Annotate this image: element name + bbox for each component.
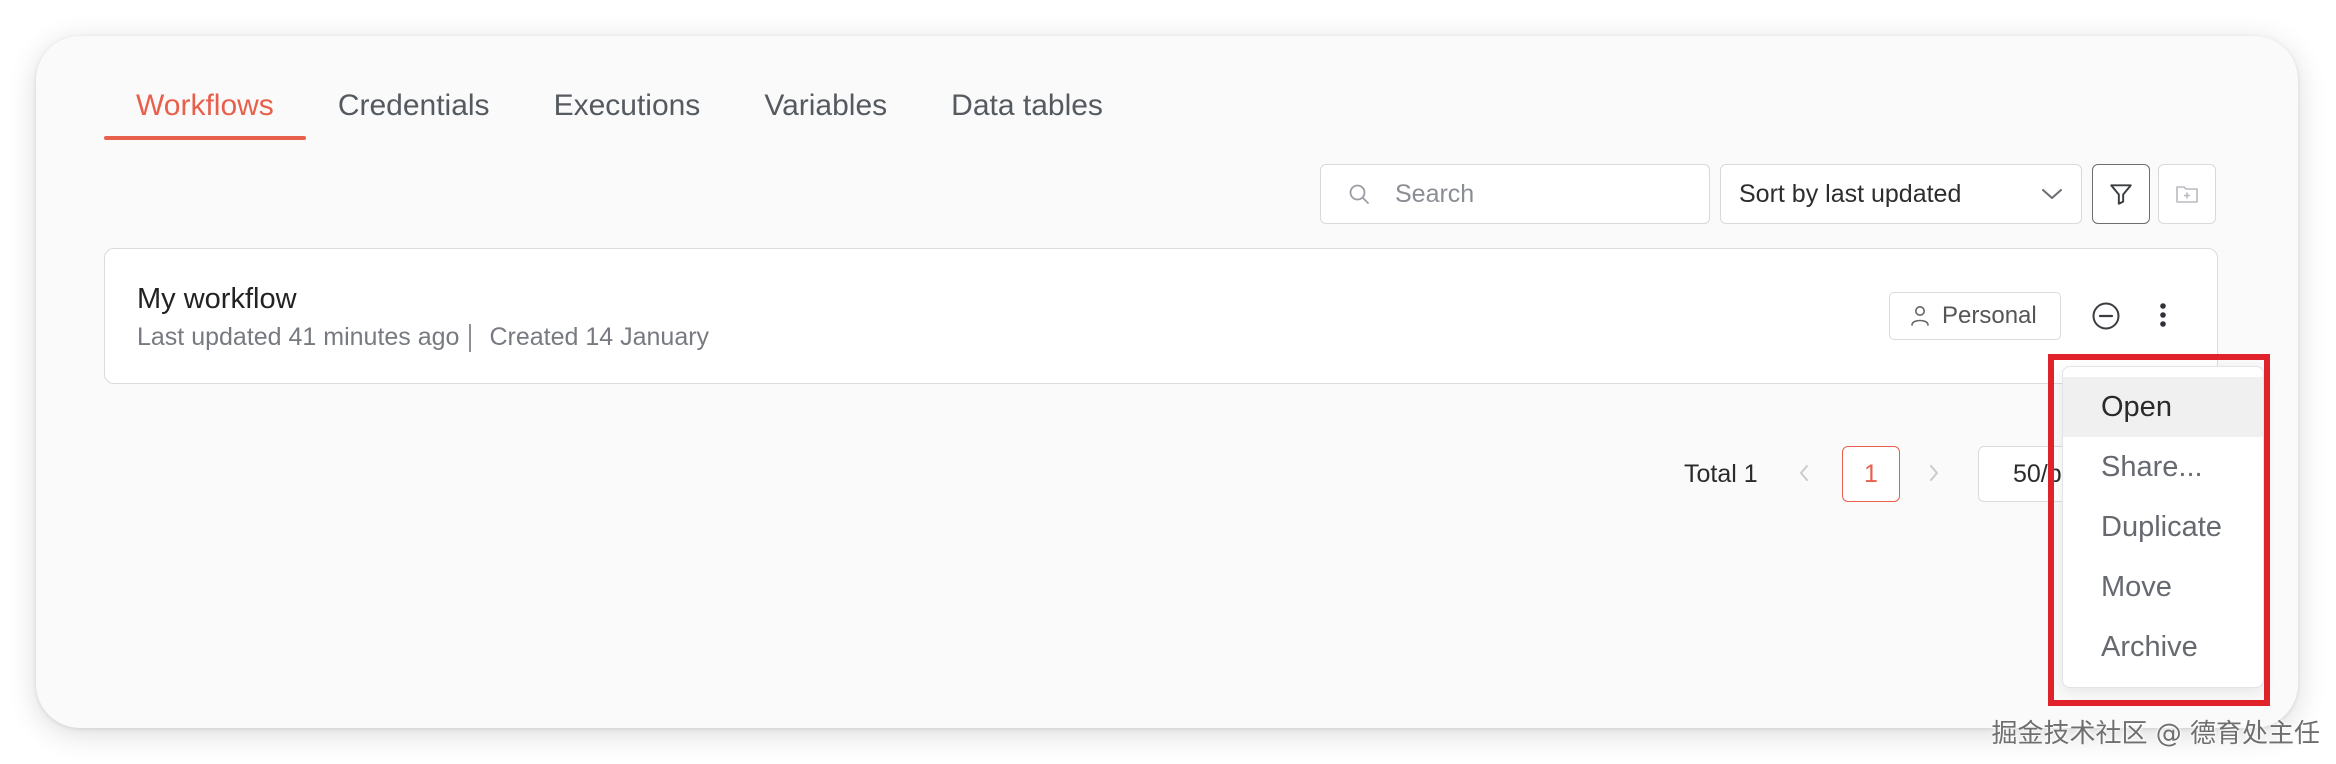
more-actions-button[interactable]	[2151, 299, 2175, 331]
menu-item-duplicate[interactable]: Duplicate	[2063, 497, 2263, 557]
inactive-status-icon[interactable]	[2091, 301, 2121, 331]
workflow-last-updated: Last updated 41 minutes ago	[137, 323, 460, 351]
filter-icon	[2110, 184, 2132, 205]
tab-workflows[interactable]: Workflows	[104, 86, 306, 140]
pagination-page-current[interactable]: 1	[1842, 446, 1900, 502]
sort-selected-label: Sort by last updated	[1739, 179, 1962, 208]
create-folder-button[interactable]	[2158, 164, 2216, 224]
filter-button[interactable]	[2092, 164, 2150, 224]
owner-badge-label: Personal	[1942, 302, 2037, 329]
tab-executions[interactable]: Executions	[522, 86, 733, 140]
workflow-card[interactable]: My workflow Last updated 41 minutes ago …	[104, 248, 2218, 384]
workflow-actions-menu: Open Share... Duplicate Move Archive	[2062, 366, 2264, 688]
folder-plus-icon	[2176, 186, 2198, 203]
menu-item-share[interactable]: Share...	[2063, 437, 2263, 497]
meta-divider	[469, 323, 472, 352]
tab-bar: Workflows Credentials Executions Variabl…	[104, 86, 1135, 140]
chevron-right-icon[interactable]	[1926, 460, 1942, 486]
search-input[interactable]	[1393, 178, 1677, 210]
user-icon	[1911, 306, 1929, 326]
owner-badge: Personal	[1889, 292, 2061, 340]
more-vertical-icon	[2160, 303, 2166, 327]
menu-item-move[interactable]: Move	[2063, 557, 2263, 617]
chevron-down-icon	[2042, 189, 2062, 199]
tab-data-tables[interactable]: Data tables	[919, 86, 1135, 140]
workflow-meta: Last updated 41 minutes ago Created 14 J…	[137, 323, 709, 352]
pagination-total: Total 1	[1684, 460, 1758, 488]
sort-select[interactable]: Sort by last updated	[1720, 164, 2082, 224]
watermark: 掘金技术社区 @ 德育处主任	[1991, 719, 2320, 749]
tab-variables[interactable]: Variables	[732, 86, 919, 140]
search-box[interactable]	[1320, 164, 1710, 224]
chevron-left-icon[interactable]	[1796, 460, 1812, 486]
workflow-created: Created 14 January	[489, 323, 710, 351]
menu-item-open[interactable]: Open	[2063, 377, 2263, 437]
search-icon	[1349, 184, 1369, 204]
menu-item-archive[interactable]: Archive	[2063, 617, 2263, 677]
workflow-name[interactable]: My workflow	[137, 283, 297, 316]
tab-credentials[interactable]: Credentials	[306, 86, 522, 140]
